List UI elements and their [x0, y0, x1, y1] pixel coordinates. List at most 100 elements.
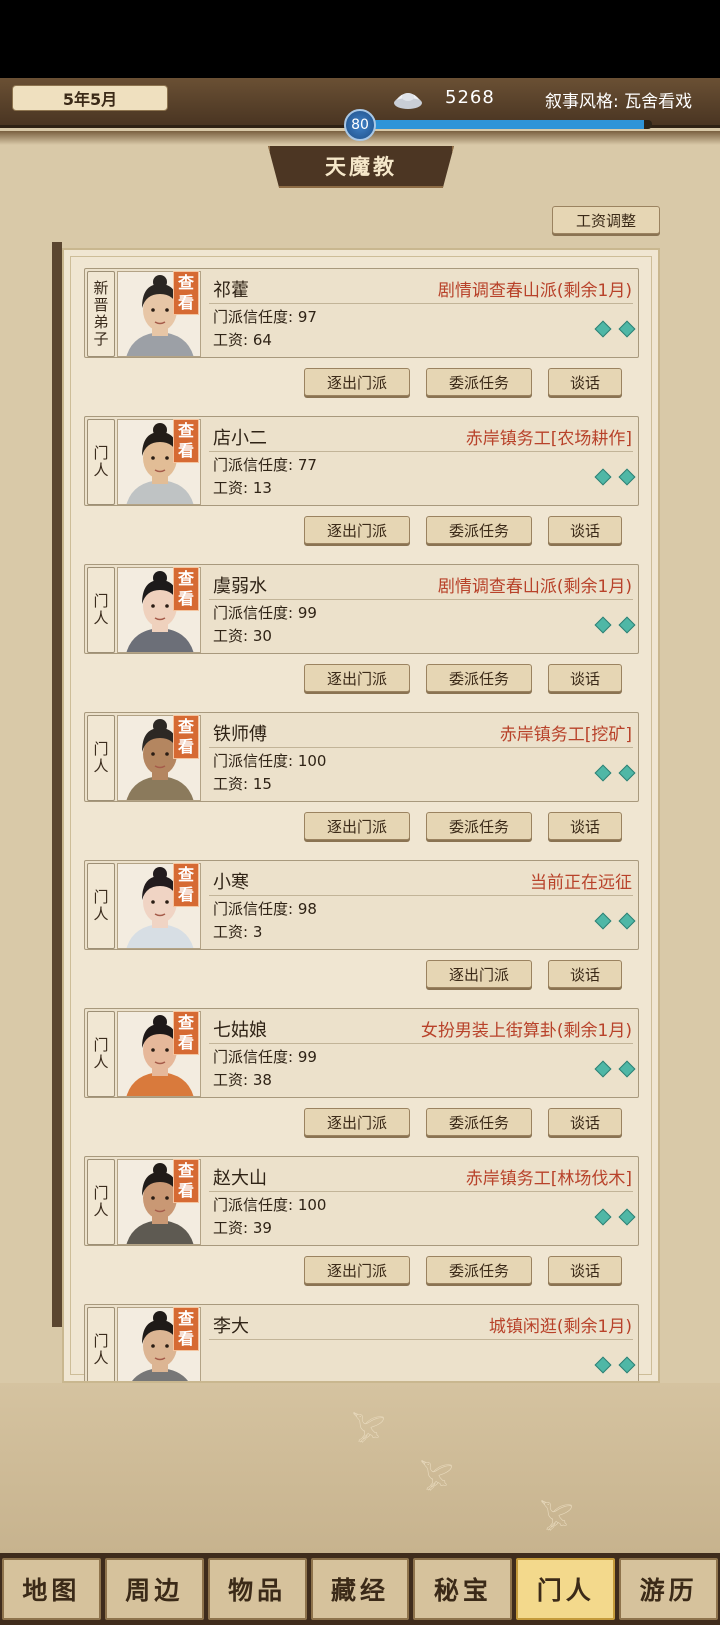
- diamond-gem-icon: [594, 320, 612, 338]
- diamond-gem-icon: [594, 1356, 612, 1374]
- bird-decoration: 𓅯: [540, 1503, 574, 1536]
- view-button-char: 看: [177, 293, 194, 312]
- view-button-char: 查: [177, 421, 194, 440]
- talk-button[interactable]: 谈话: [548, 1108, 622, 1136]
- view-button[interactable]: 查看: [173, 1011, 199, 1055]
- diamond-gem-icon: [594, 616, 612, 634]
- member-status: 赤岸镇务工[农场耕作]: [465, 429, 632, 449]
- nav-tab[interactable]: 藏经: [310, 1558, 410, 1620]
- member-name: 店小二: [213, 428, 267, 449]
- assign-task-button[interactable]: 委派任务: [426, 1256, 532, 1284]
- view-button-char: 查: [177, 717, 194, 736]
- member-trust: 门派信任度: 100: [213, 752, 327, 770]
- expel-button[interactable]: 逐出门派: [426, 960, 532, 988]
- member-wage: 工资: 15: [213, 775, 272, 793]
- view-button-char: 看: [177, 441, 194, 460]
- rank-tag: 门人: [87, 715, 115, 801]
- wage-adjust-button[interactable]: 工资调整: [552, 206, 660, 234]
- talk-button[interactable]: 谈话: [548, 812, 622, 840]
- view-button[interactable]: 查看: [173, 863, 199, 907]
- member-entry: 门人 查看小寒 当前正在远征 门派信任度: 98 工资: 3 逐出门派 谈话: [84, 860, 639, 996]
- view-button[interactable]: 查看: [173, 715, 199, 759]
- divider: [209, 1191, 633, 1192]
- nav-tab[interactable]: 门人: [516, 1558, 616, 1620]
- expel-button[interactable]: 逐出门派: [304, 1108, 410, 1136]
- member-name: 铁师傅: [213, 724, 267, 745]
- member-card[interactable]: 门人 查看虞弱水 剧情调查春山派(剩余1月) 门派信任度: 99 工资: 30: [84, 564, 639, 654]
- assign-task-button[interactable]: 委派任务: [426, 664, 532, 692]
- member-trust: 门派信任度: 77: [213, 456, 317, 474]
- member-card[interactable]: 门人 查看七姑娘 女扮男装上街算卦(剩余1月) 门派信任度: 99 工资: 38: [84, 1008, 639, 1098]
- rank-tag: 门人: [87, 419, 115, 505]
- nav-tab[interactable]: 物品: [207, 1558, 307, 1620]
- talk-button[interactable]: 谈话: [548, 368, 622, 396]
- diamond-gem-icon: [618, 616, 636, 634]
- member-trust: 门派信任度: 99: [213, 604, 317, 622]
- member-name: 赵大山: [213, 1168, 267, 1189]
- divider: [209, 747, 633, 748]
- member-name: 七姑娘: [213, 1020, 267, 1041]
- view-button[interactable]: 查看: [173, 271, 199, 315]
- bottom-navigation: 地图 周边 物品 藏经 秘宝 门人 游历: [0, 1553, 720, 1625]
- view-button-char: 查: [177, 569, 194, 588]
- nav-tab[interactable]: 秘宝: [413, 1558, 513, 1620]
- assign-task-button[interactable]: 委派任务: [426, 812, 532, 840]
- diamond-gem-icon: [594, 468, 612, 486]
- diamond-gem-icon: [618, 468, 636, 486]
- member-status: 剧情调查春山派(剩余1月): [437, 577, 632, 597]
- assign-task-button[interactable]: 委派任务: [426, 368, 532, 396]
- assign-task-button[interactable]: 委派任务: [426, 516, 532, 544]
- diamond-gem-icon: [618, 764, 636, 782]
- nav-tab[interactable]: 地图: [2, 1558, 101, 1620]
- divider: [209, 599, 633, 600]
- view-button[interactable]: 查看: [173, 419, 199, 463]
- member-card[interactable]: 门人 查看小寒 当前正在远征 门派信任度: 98 工资: 3: [84, 860, 639, 950]
- level-badge: 80: [344, 109, 376, 141]
- member-card[interactable]: 门人 查看店小二 赤岸镇务工[农场耕作] 门派信任度: 77 工资: 13: [84, 416, 639, 506]
- view-button-char: 查: [177, 1161, 194, 1180]
- view-button[interactable]: 查看: [173, 1159, 199, 1203]
- narrative-style-label[interactable]: 叙事风格: 瓦舍看戏: [545, 87, 692, 112]
- member-list-panel[interactable]: 新晋弟子查看祁藿 剧情调查春山派(剩余1月) 门派信任度: 97 工资: 64 逐出门派…: [62, 248, 660, 1383]
- member-status: 女扮男装上街算卦(剩余1月): [420, 1021, 632, 1041]
- diamond-gem-icon: [594, 764, 612, 782]
- member-card[interactable]: 新晋弟子 查看祁藿 剧情调查春山派(剩余1月) 门派信任度: 97 工资: 64: [84, 268, 639, 358]
- talk-button[interactable]: 谈话: [548, 960, 622, 988]
- bird-decoration: 𓅯: [352, 1415, 386, 1448]
- member-wage: 工资: 38: [213, 1071, 272, 1089]
- member-card[interactable]: 门人 查看铁师傅 赤岸镇务工[挖矿] 门派信任度: 100 工资: 15: [84, 712, 639, 802]
- member-trust: 门派信任度: 98: [213, 900, 317, 918]
- talk-button[interactable]: 谈话: [548, 516, 622, 544]
- member-name: 祁藿: [213, 280, 249, 301]
- member-trust: 门派信任度: 100: [213, 1196, 327, 1214]
- expel-button[interactable]: 逐出门派: [304, 368, 410, 396]
- assign-task-button[interactable]: 委派任务: [426, 1108, 532, 1136]
- talk-button[interactable]: 谈话: [548, 664, 622, 692]
- nav-tab[interactable]: 游历: [619, 1558, 719, 1620]
- rank-tag: 门人: [87, 863, 115, 949]
- view-button-char: 看: [177, 1329, 194, 1348]
- expel-button[interactable]: 逐出门派: [304, 516, 410, 544]
- member-wage: 工资: 13: [213, 479, 272, 497]
- silver-amount: 5268: [445, 87, 495, 108]
- member-name: 小寒: [213, 872, 249, 893]
- panel-shadow: [52, 242, 62, 1327]
- member-card[interactable]: 门人 查看李大 城镇闲逛(剩余1月): [84, 1304, 639, 1381]
- member-card[interactable]: 门人 查看赵大山 赤岸镇务工[林场伐木] 门派信任度: 100 工资: 39: [84, 1156, 639, 1246]
- expel-button[interactable]: 逐出门派: [304, 812, 410, 840]
- member-trust: 门派信任度: 97: [213, 308, 317, 326]
- expel-button[interactable]: 逐出门派: [304, 664, 410, 692]
- nav-tab[interactable]: 周边: [104, 1558, 204, 1620]
- exp-bar: [372, 120, 652, 129]
- view-button[interactable]: 查看: [173, 1307, 199, 1351]
- diamond-gem-icon: [618, 912, 636, 930]
- view-button[interactable]: 查看: [173, 567, 199, 611]
- member-wage: 工资: 64: [213, 331, 272, 349]
- rank-tag: 门人: [87, 1159, 115, 1245]
- member-status: 剧情调查春山派(剩余1月): [437, 281, 632, 301]
- diamond-gem-icon: [594, 1208, 612, 1226]
- silver-ingot-icon: [394, 93, 422, 109]
- talk-button[interactable]: 谈话: [548, 1256, 622, 1284]
- expel-button[interactable]: 逐出门派: [304, 1256, 410, 1284]
- rank-tag: 门人: [87, 567, 115, 653]
